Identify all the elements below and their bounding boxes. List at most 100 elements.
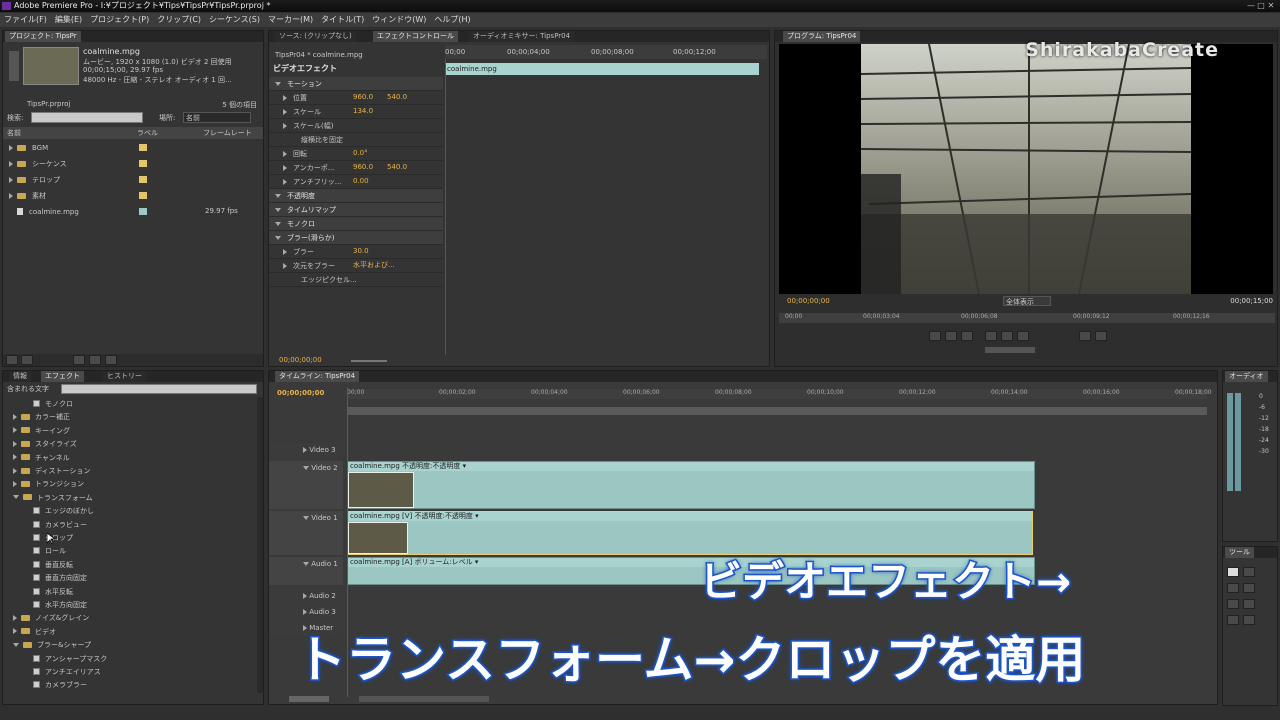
expand-icon[interactable] [9,192,13,199]
menu-title[interactable]: タイトル(T) [317,13,368,27]
effect-tree-item[interactable]: ブラー&シャープ [3,638,257,651]
ec-zoom-slider[interactable] [351,360,387,362]
expand-icon[interactable] [283,164,287,171]
place-select[interactable]: 名前 [183,112,251,123]
property-value[interactable]: 960.0 [353,161,373,174]
menu-window[interactable]: ウィンドウ(W) [368,13,430,27]
effect-tree-item[interactable]: キーイング [3,424,257,437]
ec-property-row[interactable]: 回転 0.0° [269,147,443,161]
expand-icon[interactable] [283,248,287,255]
ec-timecode[interactable]: 00;00;00;00 [279,356,322,364]
extract-button[interactable] [1095,331,1107,341]
ec-property-row[interactable]: アンカーポ... 960.0 540.0 [269,161,443,175]
tab-history[interactable]: ヒストリー [103,371,146,382]
ec-property-row[interactable]: 位置 960.0 540.0 [269,91,443,105]
effect-tree-item[interactable]: ノイズ&グレイン [3,611,257,624]
tab-project[interactable]: プロジェクト: TipsPr [5,31,81,42]
ec-property-row[interactable]: エッジピクセル... [269,273,443,287]
tab-tools[interactable]: ツール [1225,547,1254,558]
project-item[interactable]: coalmine.mpg 29.97 fps [3,205,263,218]
close-button[interactable]: ✕ [1266,0,1276,12]
track-header-audio2[interactable]: Audio 2 [269,589,343,603]
col-name[interactable]: 名前 [7,127,21,139]
delete-button[interactable] [105,355,117,365]
new-bin-button[interactable] [73,355,85,365]
hand-tool-icon[interactable] [1243,615,1255,625]
ec-property-row[interactable]: ブラー 30.0 [269,245,443,259]
work-area-bar[interactable] [347,407,1207,415]
marker-button[interactable] [961,331,973,341]
step-forward-button[interactable] [1017,331,1029,341]
label-swatch[interactable] [139,160,147,167]
timeline-zoom-slider[interactable] [289,696,329,702]
minimize-button[interactable]: — [1246,0,1256,12]
effect-tree-item[interactable]: ビデオ [3,625,257,638]
tab-audio-meter[interactable]: オーディオ [1225,371,1268,382]
track-header-video3[interactable]: Video 3 [269,443,343,457]
property-value[interactable]: 0.0° [353,147,368,160]
expand-icon[interactable] [9,176,13,183]
timeline-timecode[interactable]: 00;00;00;00 [277,389,324,397]
expand-icon[interactable] [13,480,17,487]
menu-sequence[interactable]: シーケンス(S) [205,13,264,27]
property-value-2[interactable]: 540.0 [387,91,407,104]
ec-property-row[interactable]: ブラー(滑らか) [269,231,443,245]
expand-icon[interactable] [283,94,287,101]
expand-icon[interactable] [275,235,281,240]
label-swatch[interactable] [139,176,147,183]
menu-clip[interactable]: クリップ(C) [153,13,205,27]
ec-property-row[interactable]: タイムリマップ [269,203,443,217]
tab-info[interactable]: 情報 [9,371,31,382]
col-label[interactable]: ラベル [137,127,158,139]
effect-tree-item[interactable]: クロップ [3,531,257,544]
timeline-clip-v2[interactable]: coalmine.mpg 不透明度:不透明度 ▾ [347,461,1035,509]
mark-in-button[interactable] [929,331,941,341]
expand-icon[interactable] [13,413,17,420]
list-view-button[interactable] [6,355,18,365]
effect-tree-item[interactable]: チャンネル [3,451,257,464]
track-header-video2[interactable]: Video 2 [269,461,343,509]
jog-shuttle[interactable] [985,347,1035,353]
effect-tree-item[interactable]: カメラブラー [3,678,257,691]
search-input[interactable] [31,112,143,123]
expand-icon[interactable] [283,150,287,157]
effect-tree-item[interactable]: アンチエイリアス [3,665,257,678]
effect-tree-item[interactable]: カラー補正 [3,410,257,423]
tab-effect-controls[interactable]: エフェクトコントロール [373,31,458,42]
step-back-button[interactable] [985,331,997,341]
expand-icon[interactable] [13,467,17,474]
expand-icon[interactable] [283,108,287,115]
play-thumbnail-button[interactable] [9,51,19,81]
ec-property-row[interactable]: 不透明度 [269,189,443,203]
expand-icon[interactable] [13,427,17,434]
label-swatch[interactable] [139,192,147,199]
label-swatch[interactable] [139,208,147,215]
track-header-audio1[interactable]: Audio 1 [269,557,343,585]
effect-tree-item[interactable]: 水平反転 [3,585,257,598]
expand-icon[interactable] [9,144,13,151]
expand-icon[interactable] [13,614,17,621]
project-item[interactable]: BGM [3,141,263,154]
timeline-scrollbar[interactable] [359,696,489,702]
menu-project[interactable]: プロジェクト(P) [86,13,153,27]
property-value[interactable]: 30.0 [353,245,369,258]
property-value[interactable]: 0.00 [353,175,369,188]
effect-tree-item[interactable]: 水平方向固定 [3,598,257,611]
tab-program[interactable]: プログラム: TipsPr04 [783,31,861,42]
program-ruler[interactable]: 00;00 00;00;03;04 00;00;06;08 00;00;09;1… [779,313,1275,323]
expand-icon[interactable] [283,178,287,185]
ec-property-row[interactable]: モーション [269,77,443,91]
ec-property-row[interactable]: アンチフリッ... 0.00 [269,175,443,189]
expand-icon[interactable] [275,81,281,86]
property-value[interactable]: 960.0 [353,91,373,104]
track-select-tool-icon[interactable] [1243,567,1255,577]
effect-tree-item[interactable]: カメラビュー [3,518,257,531]
menu-edit[interactable]: 編集(E) [51,13,86,27]
label-swatch[interactable] [139,144,147,151]
expand-icon[interactable] [13,454,17,461]
property-value-2[interactable]: 540.0 [387,161,407,174]
track-header-audio3[interactable]: Audio 3 [269,605,343,619]
effect-tree-item[interactable]: トランスフォーム [3,491,257,504]
project-item[interactable]: シーケンス [3,157,263,170]
expand-icon[interactable] [9,160,13,167]
